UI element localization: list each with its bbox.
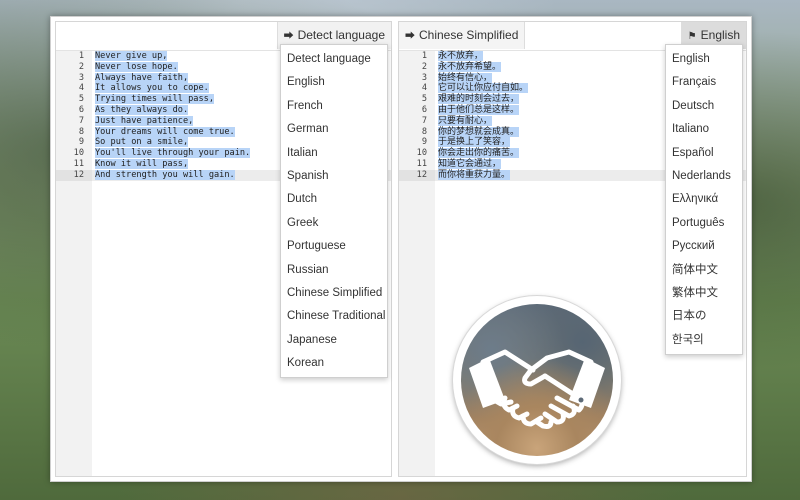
language-option[interactable]: 日本の: [666, 305, 742, 328]
line-text: 永不放弃，: [438, 51, 484, 61]
translator-window: ⮕ Detect language 1 2 3 4 5 6 7 8 9 10 11 12 Never g…: [50, 16, 752, 482]
language-option[interactable]: 繁体中文: [666, 282, 742, 305]
line-text: 艰难的时刻会过去，: [438, 94, 520, 105]
line-text: 由于他们总是这样。: [438, 104, 520, 115]
line-number: 9: [421, 137, 427, 148]
line-text: Trying times will pass,: [95, 94, 214, 105]
target-language-label: English: [700, 28, 740, 42]
line-text: 始终有信心，: [438, 72, 493, 83]
line-number: 5: [78, 94, 84, 105]
language-option[interactable]: Русский: [666, 235, 742, 258]
language-option[interactable]: Detect language: [281, 48, 387, 71]
app-logo-background: [461, 304, 613, 456]
language-option[interactable]: German: [281, 118, 387, 141]
line-number: 6: [421, 104, 427, 115]
line-text: You'll live through your pain.: [95, 148, 251, 159]
language-option[interactable]: Français: [666, 71, 742, 94]
language-option[interactable]: Italian: [281, 142, 387, 165]
sign-in-icon: ⮕: [405, 31, 415, 42]
line-number: 8: [78, 126, 84, 137]
language-option[interactable]: 简体中文: [666, 259, 742, 282]
source-language-dropdown: Detect language English French German Italia…: [280, 44, 388, 379]
language-option[interactable]: Chinese Simplified: [281, 282, 387, 305]
line-text: It allows you to cope.: [95, 83, 209, 94]
line-text: 只要有耐心，: [438, 115, 493, 126]
line-number: 6: [78, 104, 84, 115]
language-option[interactable]: Italiano: [666, 118, 742, 141]
line-text: 而你将重获力量。: [438, 169, 511, 180]
line-text: Never lose hope.: [95, 61, 178, 72]
flag-icon: ⚑: [687, 31, 697, 42]
language-option[interactable]: Portuguese: [281, 235, 387, 258]
language-option[interactable]: Japanese: [281, 329, 387, 352]
line-text: Know it will pass,: [95, 158, 189, 169]
line-text: So put on a smile,: [95, 137, 189, 148]
line-text: Never give up,: [95, 51, 168, 61]
app-logo: [453, 296, 621, 464]
line-text: As they always do.: [95, 104, 189, 115]
target-gutter: 1 2 3 4 5 6 7 8 9 10 11 12: [399, 51, 435, 476]
line-text: 永不放弃希望。: [438, 61, 502, 72]
language-option[interactable]: Greek: [281, 212, 387, 235]
language-option[interactable]: Ελληνικά: [666, 188, 742, 211]
source-gutter: 1 2 3 4 5 6 7 8 9 10 11 12: [56, 51, 92, 476]
language-option[interactable]: Chinese Traditional: [281, 305, 387, 328]
line-number: 12: [56, 169, 92, 181]
line-number: 7: [78, 115, 84, 126]
line-number: 5: [421, 94, 427, 105]
line-number: 7: [421, 115, 427, 126]
language-option[interactable]: Russian: [281, 259, 387, 282]
line-number: 8: [421, 126, 427, 137]
sign-in-icon: ⮕: [283, 31, 294, 42]
language-option[interactable]: Nederlands: [666, 165, 742, 188]
line-number: 10: [416, 148, 427, 159]
detect-language-label: Detect language: [297, 28, 385, 42]
line-number: 1: [78, 51, 84, 61]
line-text: Just have patience,: [95, 115, 194, 126]
line-number: 1: [421, 51, 427, 61]
language-option[interactable]: Korean: [281, 352, 387, 375]
handshake-icon: [469, 349, 605, 429]
line-text: 你会走出你的痛苦。: [438, 148, 520, 159]
line-text: Your dreams will come true.: [95, 126, 235, 137]
language-option[interactable]: Deutsch: [666, 95, 742, 118]
line-number: 12: [399, 169, 435, 181]
line-text: 于是换上了笑容，: [438, 137, 511, 148]
language-option[interactable]: English: [281, 71, 387, 94]
language-option[interactable]: Português: [666, 212, 742, 235]
line-number: 4: [78, 83, 84, 94]
language-option[interactable]: Dutch: [281, 188, 387, 211]
source-language-button[interactable]: ⮕ Chinese Simplified: [399, 22, 526, 49]
line-number: 10: [73, 148, 84, 159]
line-number: 11: [73, 158, 84, 169]
line-number: 2: [421, 61, 427, 72]
language-option[interactable]: English: [666, 48, 742, 71]
line-text: Always have faith,: [95, 72, 189, 83]
line-text: 你的梦想就会成真。: [438, 126, 520, 137]
language-option[interactable]: 한국의: [666, 329, 742, 352]
line-number: 4: [421, 83, 427, 94]
language-option[interactable]: Español: [666, 142, 742, 165]
line-number: 3: [421, 72, 427, 83]
source-language-label: Chinese Simplified: [419, 28, 519, 42]
line-text: 它可以让你应付自如。: [438, 83, 529, 94]
line-text: 知道它会通过，: [438, 158, 502, 169]
line-number: 3: [78, 72, 84, 83]
line-number: 11: [416, 158, 427, 169]
target-language-dropdown: English Français Deutsch Italiano Español Ned…: [665, 44, 743, 356]
line-number: 2: [78, 61, 84, 72]
language-option[interactable]: Spanish: [281, 165, 387, 188]
language-option[interactable]: French: [281, 95, 387, 118]
line-number: 9: [78, 137, 84, 148]
line-text: And strength you will gain.: [95, 169, 235, 180]
